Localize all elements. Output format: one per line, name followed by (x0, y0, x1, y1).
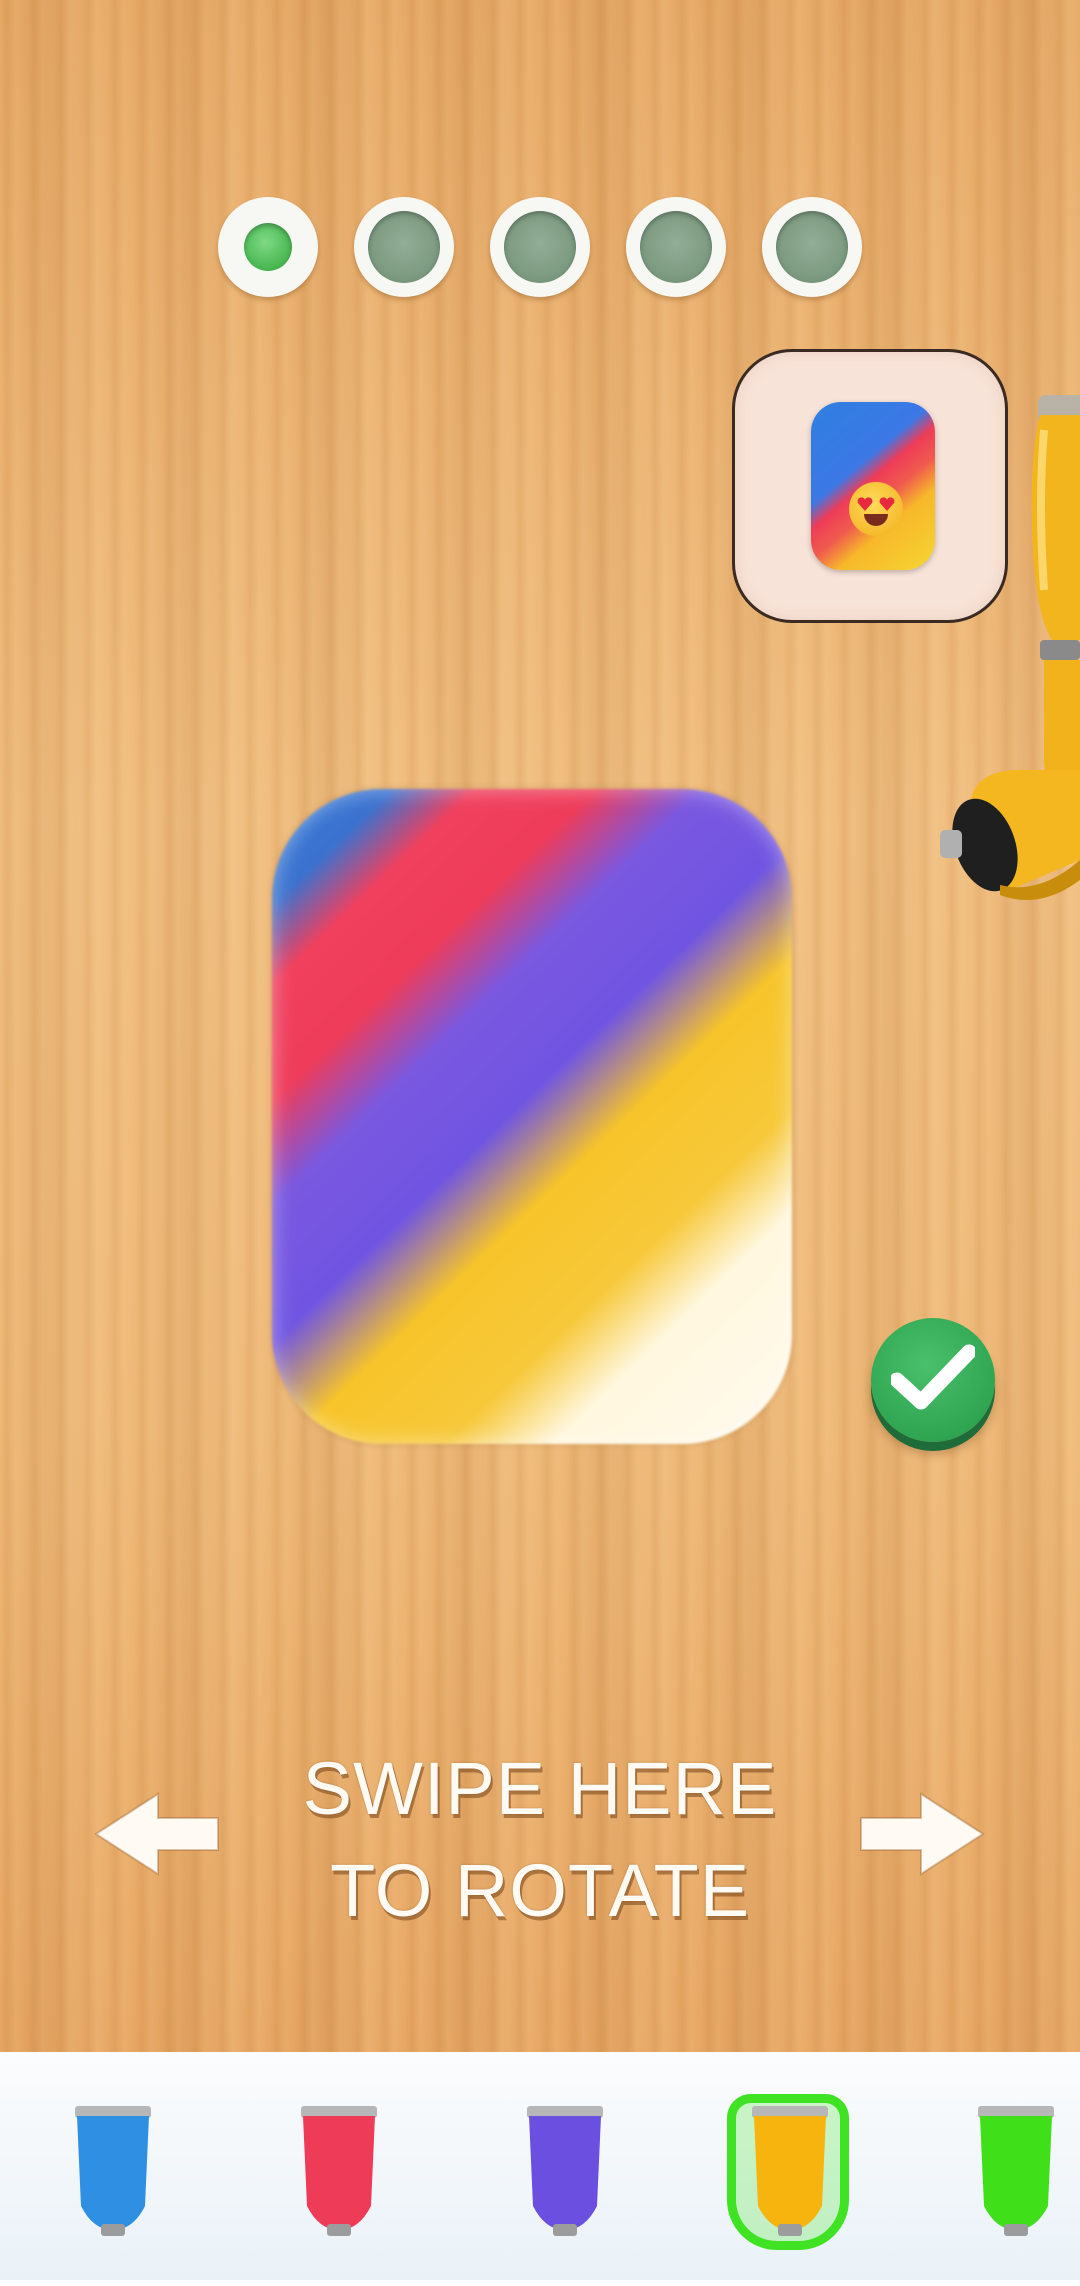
color-tube-yellow[interactable] (727, 2094, 849, 2286)
color-tube-blue[interactable] (63, 2106, 163, 2286)
paint-tube-icon (527, 2106, 603, 2236)
heart-icon (879, 497, 895, 511)
progress-dot-5 (762, 197, 862, 297)
paint-tube-icon (75, 2106, 151, 2236)
checkmark-icon (891, 1344, 975, 1410)
phone-case-canvas[interactable] (272, 789, 792, 1444)
color-tube-green[interactable] (966, 2106, 1066, 2286)
progress-dot-3 (490, 197, 590, 297)
progress-dot-4 (626, 197, 726, 297)
arrow-right-icon (860, 1792, 985, 1876)
color-tube-purple[interactable] (515, 2106, 615, 2286)
swipe-hint[interactable]: SWIPE HERE TO ROTATE (250, 1738, 830, 1942)
swipe-hint-line-1: SWIPE HERE (302, 1747, 778, 1830)
airbrush-icon (940, 395, 1080, 900)
emoji-mouth (864, 514, 888, 526)
confirm-button[interactable] (871, 1318, 995, 1442)
heart-eyes-emoji-icon (849, 482, 903, 536)
arrow-left-icon (94, 1792, 219, 1876)
paint-tube-icon (978, 2106, 1054, 2236)
progress-dot-2 (354, 197, 454, 297)
target-case (811, 402, 935, 570)
progress-dot-1 (218, 197, 318, 297)
paint-tube-icon (301, 2106, 377, 2236)
swipe-hint-line-2: TO ROTATE (329, 1849, 751, 1932)
heart-icon (857, 497, 873, 511)
color-palette (0, 2052, 1080, 2280)
color-tube-red[interactable] (289, 2106, 389, 2286)
paint-tube-icon (752, 2106, 828, 2236)
